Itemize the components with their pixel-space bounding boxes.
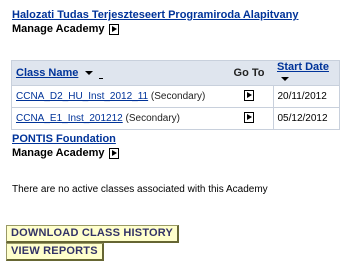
start-date-cell: 05/12/2012 <box>273 107 340 130</box>
go-to-cell <box>225 107 274 130</box>
start-date-cell: 20/11/2012 <box>273 85 340 108</box>
go-to-cell <box>225 85 274 108</box>
manage-academy-go-icon[interactable] <box>108 147 119 159</box>
class-type: (Secondary) <box>150 91 206 102</box>
academy-link-halozati[interactable]: Halozati Tudas Terjeszteseert Programiro… <box>12 9 299 21</box>
start-date-sort-icon[interactable] <box>281 77 289 82</box>
class-name-sort-link[interactable]: Class Name <box>16 67 78 79</box>
class-link[interactable]: CCNA_E1_Inst_201212 <box>16 113 123 124</box>
start-date-sort-link[interactable]: Start Date <box>277 61 329 73</box>
manage-academy-label: Manage Academy <box>12 147 105 159</box>
table-row: CCNA_D2_HU_Inst_2012_11 (Secondary) 20/1… <box>11 85 340 108</box>
go-to-class-icon[interactable] <box>243 111 254 123</box>
manage-academy-row-2: Manage Academy <box>12 146 119 160</box>
download-class-history-button[interactable]: DOWNLOAD CLASS HISTORY <box>6 225 180 243</box>
class-name-cell: CCNA_D2_HU_Inst_2012_11 (Secondary) <box>11 85 225 108</box>
class-table-header-row: Class Name Go To Start Date <box>11 60 340 86</box>
class-name-header[interactable]: Class Name <box>11 60 225 86</box>
start-date-header[interactable]: Start Date <box>273 60 340 86</box>
no-classes-message: There are no active classes associated w… <box>12 184 268 195</box>
class-link[interactable]: CCNA_D2_HU_Inst_2012_11 <box>16 91 148 102</box>
class-type: (Secondary) <box>125 113 180 124</box>
manage-academy-row-1: Manage Academy <box>12 22 119 36</box>
sort-dash-icon <box>98 78 103 79</box>
table-row: CCNA_E1_Inst_201212 (Secondary) 05/12/20… <box>11 107 340 130</box>
go-to-header: Go To <box>225 60 273 86</box>
go-to-class-icon[interactable] <box>243 89 254 101</box>
academy-link-pontis[interactable]: PONTIS Foundation <box>12 133 116 145</box>
class-name-cell: CCNA_E1_Inst_201212 (Secondary) <box>11 107 225 130</box>
manage-academy-go-icon[interactable] <box>108 23 119 35</box>
class-table: Class Name Go To Start Date CCNA_D2_HU_I… <box>11 60 340 130</box>
sort-down-icon[interactable] <box>85 71 94 76</box>
manage-academy-label: Manage Academy <box>12 23 105 35</box>
view-reports-button[interactable]: VIEW REPORTS <box>6 243 104 261</box>
